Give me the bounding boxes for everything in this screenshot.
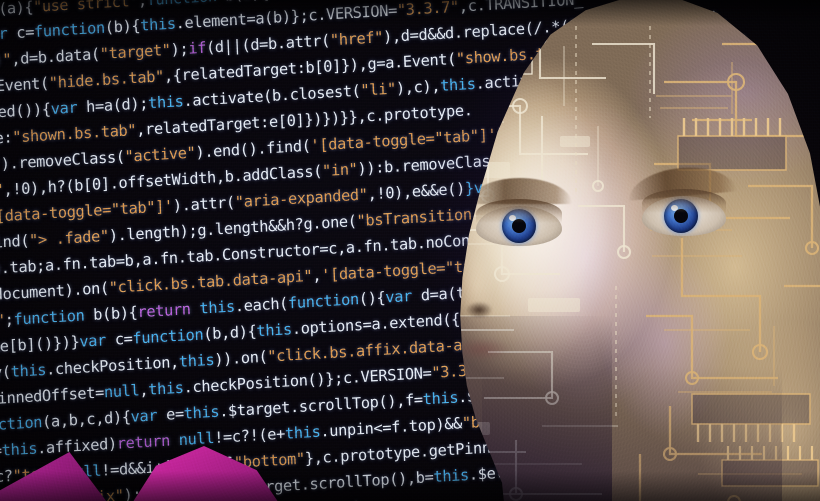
code-token: this	[183, 402, 220, 423]
code-token: )).on(	[213, 347, 268, 369]
code-token: h=a(d);	[76, 94, 149, 117]
code-token: function	[33, 18, 106, 41]
code-token: "active"	[124, 143, 196, 166]
code-token: ).removeClass(	[0, 147, 125, 174]
code-token: function	[132, 325, 204, 348]
code-token: .each(	[234, 294, 289, 316]
code-token: this	[284, 422, 321, 443]
code-token: "href"	[329, 28, 384, 50]
code-token: ).end().find(	[195, 136, 311, 162]
code-token: ).attr(	[172, 193, 236, 215]
code-token: b(b){	[84, 303, 138, 325]
code-token: e")||!!d.find(	[0, 231, 30, 257]
code-token: ,d=b.data(	[10, 45, 101, 69]
code-token: (a){	[0, 0, 34, 19]
code-token: this	[269, 0, 305, 2]
code-token: "aria-expanded"	[234, 185, 368, 212]
code-token: "shown.bs.tab"	[11, 121, 137, 147]
code-token: return	[137, 300, 191, 322]
code-token: e=	[156, 404, 185, 425]
code-token: "li"	[360, 79, 397, 100]
code-token: return	[116, 431, 171, 453]
code-token: ,f=a.Event(	[0, 74, 50, 98]
code-token: this	[178, 350, 215, 371]
head-silhouette	[460, 0, 820, 501]
code-token: function	[13, 306, 85, 329]
right-eye	[642, 189, 726, 236]
code-token: var	[50, 98, 78, 119]
code-token: (a,b,c,d){	[41, 407, 131, 432]
code-token: "hide.bs.tab"	[48, 67, 165, 93]
code-token: "> .fade"	[28, 226, 110, 250]
code-token: (b,d){	[202, 322, 257, 344]
code-token: this	[139, 14, 176, 35]
code-token: "click.bs.tab.data-api"	[108, 266, 313, 297]
neck-shadow	[482, 366, 782, 501]
code-token: var	[79, 331, 107, 351]
code-token: ;	[137, 0, 148, 10]
code-token: .activate(b.closest(	[183, 81, 361, 111]
code-token: this	[1, 439, 38, 460]
code-token: .pinnedOffset=	[0, 383, 105, 409]
code-token: .affixed)	[36, 434, 118, 458]
code-token: );	[170, 39, 189, 59]
code-token: !=c?!(e+	[213, 424, 286, 447]
code-token: .checkPosition,	[45, 352, 180, 379]
code-token: this	[199, 297, 236, 318]
code-token: (d||(d=b.attr(	[205, 31, 331, 57]
robot-woman-head	[392, 0, 820, 501]
code-token: b&&e[b]()})}	[0, 332, 80, 358]
right-upper-eyelid	[642, 189, 726, 213]
code-token: this	[147, 92, 184, 113]
left-upper-eyelid	[476, 199, 562, 223]
code-token: null	[178, 428, 215, 450]
code-token: show")};a(document).on(	[0, 278, 110, 310]
code-token: "use strict"	[32, 0, 139, 16]
code-token: ",a.proxy(	[0, 362, 12, 387]
code-token: aultPrevented()){	[0, 100, 52, 128]
code-token: b(b){	[216, 0, 269, 5]
code-token: (){	[358, 288, 386, 309]
code-token: this	[10, 360, 47, 381]
code-token: (b){	[104, 16, 141, 37]
code-token: c=	[105, 329, 133, 350]
code-token: function	[146, 0, 217, 9]
code-token: "in"	[321, 159, 358, 181]
code-token: function	[287, 290, 360, 313]
code-token: "target"	[99, 40, 171, 64]
code-token: this	[147, 378, 184, 399]
code-token: this	[256, 320, 293, 341]
image-canvas: var s=function(a){"use strict";function …	[0, 0, 820, 501]
code-token: var	[130, 406, 158, 426]
code-token: c=	[7, 22, 35, 43]
code-token: if	[187, 38, 207, 58]
code-token: rigger({type:	[0, 128, 13, 154]
code-token: function	[0, 413, 43, 436]
code-token: .element=a(b)};c.VERSION=	[175, 1, 398, 33]
code-token: '[data-toggle="tab"]'	[0, 197, 174, 227]
code-token: null	[103, 381, 140, 402]
